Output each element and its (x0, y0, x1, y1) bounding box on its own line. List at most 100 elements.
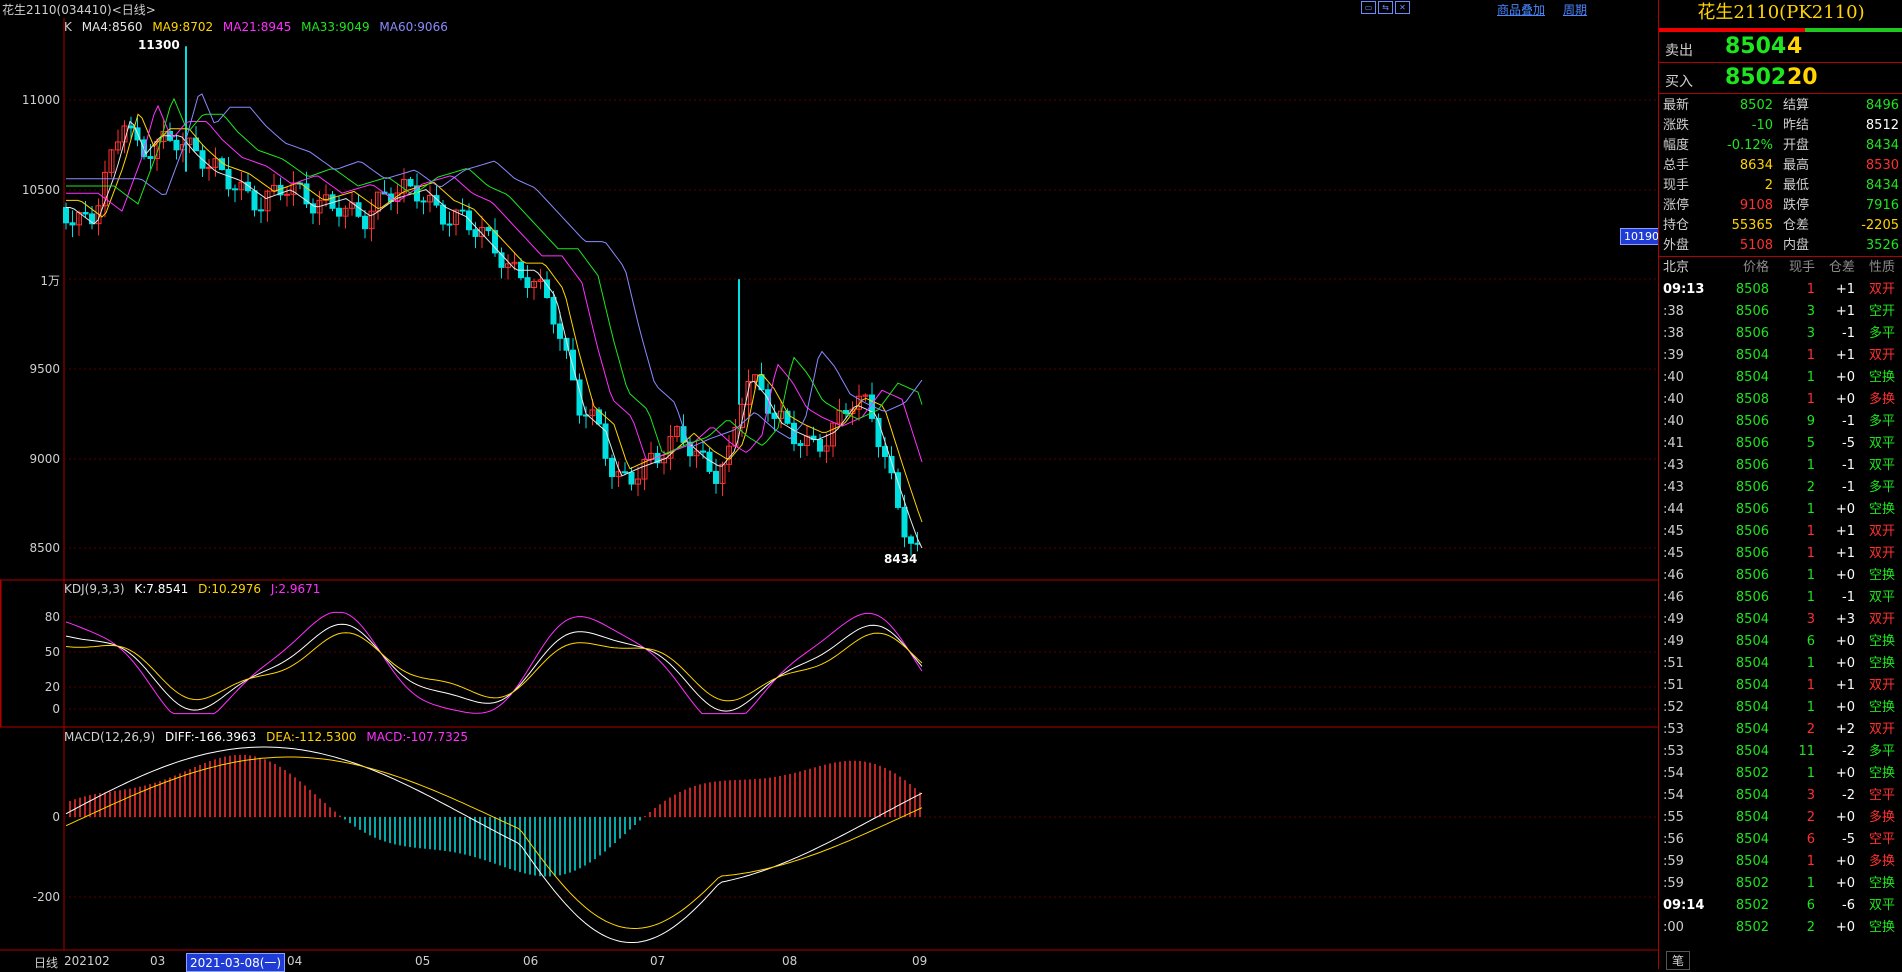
tick-row[interactable]: :45 8506 1 +1 双开 (1659, 521, 1902, 543)
candle-body (355, 202, 362, 217)
sell-volume: 4 (1787, 34, 1803, 59)
tick-price: 8504 (1735, 744, 1769, 759)
tick-row[interactable]: :49 8504 3 +3 双开 (1659, 609, 1902, 631)
candle (576, 373, 583, 424)
tick-time: 09:14 (1663, 898, 1705, 913)
tick-oi-change: +0 (1835, 876, 1855, 891)
tick-nature: 空换 (1868, 568, 1895, 583)
kdj-d-line (65, 632, 923, 702)
candle (264, 189, 271, 222)
stats-row: 总手 8634 最高 8530 (1659, 156, 1902, 176)
tick-row[interactable]: :45 8506 1 +1 双开 (1659, 543, 1902, 565)
tick-oi-change: +0 (1835, 634, 1855, 649)
tick-volume: 1 (1806, 656, 1815, 671)
stats-value: -0.12% (1727, 138, 1773, 153)
tick-time: :44 (1663, 502, 1684, 517)
candle-body (407, 178, 414, 187)
tick-row[interactable]: 09:13 8508 1 +1 双开 (1659, 279, 1902, 301)
tick-nature: 空换 (1868, 766, 1895, 781)
tick-price: 8504 (1735, 348, 1769, 363)
tick-volume: 1 (1806, 458, 1815, 473)
stats-row: 持仓 55365 仓差 -2205 (1659, 216, 1902, 236)
tick-row[interactable]: :53 8504 2 +2 双开 (1659, 719, 1902, 741)
tick-oi-change: +0 (1835, 392, 1855, 407)
stats-label: 持仓 (1663, 218, 1690, 233)
tick-price: 8506 (1735, 546, 1769, 561)
tick-row[interactable]: :55 8504 2 +0 多换 (1659, 807, 1902, 829)
stats-row: 幅度 -0.12% 开盘 8434 (1659, 136, 1902, 156)
tick-volume: 2 (1806, 480, 1815, 495)
tick-row[interactable]: :52 8504 1 +0 空换 (1659, 697, 1902, 719)
sell-price: 8504 (1725, 34, 1787, 59)
stats-value: 8434 (1865, 178, 1899, 193)
tick-oi-change: +0 (1835, 656, 1855, 671)
tick-nature: 空换 (1868, 370, 1895, 385)
period-label[interactable]: 日线 (34, 954, 58, 971)
tick-row[interactable]: :54 8502 1 +0 空换 (1659, 763, 1902, 785)
tick-nature: 双开 (1868, 678, 1895, 693)
tick-row[interactable]: :39 8504 1 +1 双开 (1659, 345, 1902, 367)
tick-row[interactable]: 09:14 8502 6 -6 双平 (1659, 895, 1902, 917)
candle (238, 172, 245, 201)
tick-row[interactable]: :49 8504 6 +0 空换 (1659, 631, 1902, 653)
tick-row[interactable]: :43 8506 2 -1 多平 (1659, 477, 1902, 499)
tick-time: :53 (1663, 744, 1684, 759)
tick-oi-change: +3 (1835, 612, 1855, 627)
moving-averages (66, 93, 923, 549)
candle (102, 160, 108, 218)
tick-row[interactable]: :51 8504 1 +0 空换 (1659, 653, 1902, 675)
tick-row[interactable]: :40 8508 1 +0 多换 (1659, 389, 1902, 411)
kline-chart[interactable] (0, 0, 1658, 969)
candle-body (908, 536, 914, 544)
tick-nature: 多换 (1868, 392, 1895, 407)
tick-price: 8506 (1735, 524, 1769, 539)
tick-row[interactable]: :44 8506 1 +0 空换 (1659, 499, 1902, 521)
stats-value: 2 (1764, 178, 1773, 193)
tick-row[interactable]: :38 8506 3 +1 空开 (1659, 301, 1902, 323)
tick-row[interactable]: :40 8504 1 +0 空换 (1659, 367, 1902, 389)
stats-value: -10 (1751, 118, 1773, 133)
tick-volume: 6 (1806, 898, 1815, 913)
tick-oi-change: +1 (1835, 678, 1855, 693)
tick-price: 8504 (1735, 612, 1769, 627)
tick-row[interactable]: :46 8506 1 -1 双平 (1659, 587, 1902, 609)
candle (69, 210, 76, 238)
tick-volume: 1 (1806, 392, 1815, 407)
x-axis-label: 07 (650, 954, 666, 968)
candle (167, 122, 173, 142)
tick-row[interactable]: :59 8502 1 +0 空换 (1659, 873, 1902, 895)
tick-row[interactable]: :51 8504 1 +1 双开 (1659, 675, 1902, 697)
candle-body (63, 207, 69, 224)
candle-body (472, 229, 479, 237)
ticks-tab[interactable]: 笔 (1666, 951, 1691, 970)
tick-row[interactable]: :46 8506 1 +0 空换 (1659, 565, 1902, 587)
tick-row[interactable]: :54 8504 3 -2 空平 (1659, 785, 1902, 807)
header-oi: 仓差 (1828, 260, 1855, 275)
tick-row[interactable]: :43 8506 1 -1 双平 (1659, 455, 1902, 477)
kdj-j-line (65, 611, 923, 715)
candle (635, 466, 641, 497)
tick-row[interactable]: :38 8506 3 -1 多平 (1659, 323, 1902, 345)
sell-quote[interactable]: 卖出 8504 4 (1659, 32, 1902, 63)
candle (726, 435, 732, 473)
tick-row[interactable]: :53 8504 11 -2 多平 (1659, 741, 1902, 763)
chart-area[interactable]: 花生2110(034410)<日线> 商品叠加 周期 ▭ ⇆ ✕ K MA4:8… (0, 0, 1663, 972)
candle-body (550, 296, 557, 325)
tick-time: :59 (1663, 854, 1684, 869)
tick-row[interactable]: :59 8504 1 +0 多换 (1659, 851, 1902, 873)
ticks-list[interactable]: 09:13 8508 1 +1 双开:38 8506 3 +1 空开:38 8506 3 -1 多平:3… (1659, 279, 1902, 939)
tick-row[interactable]: :00 8502 2 +0 空换 (1659, 917, 1902, 939)
candle-body (193, 137, 199, 152)
tick-nature: 多换 (1868, 810, 1895, 825)
tick-price: 8506 (1735, 568, 1769, 583)
buy-quote[interactable]: 买入 8502 20 (1659, 63, 1902, 94)
tick-row[interactable]: :40 8506 9 -1 多平 (1659, 411, 1902, 433)
candle-body (128, 125, 134, 129)
tick-volume: 1 (1806, 546, 1815, 561)
tick-oi-change: -2 (1842, 744, 1855, 759)
candle-body (700, 450, 706, 453)
tick-oi-change: +1 (1835, 546, 1855, 561)
tick-row[interactable]: :56 8504 6 -5 空平 (1659, 829, 1902, 851)
tick-row[interactable]: :41 8506 5 -5 双平 (1659, 433, 1902, 455)
stats-value: 8434 (1865, 138, 1899, 153)
